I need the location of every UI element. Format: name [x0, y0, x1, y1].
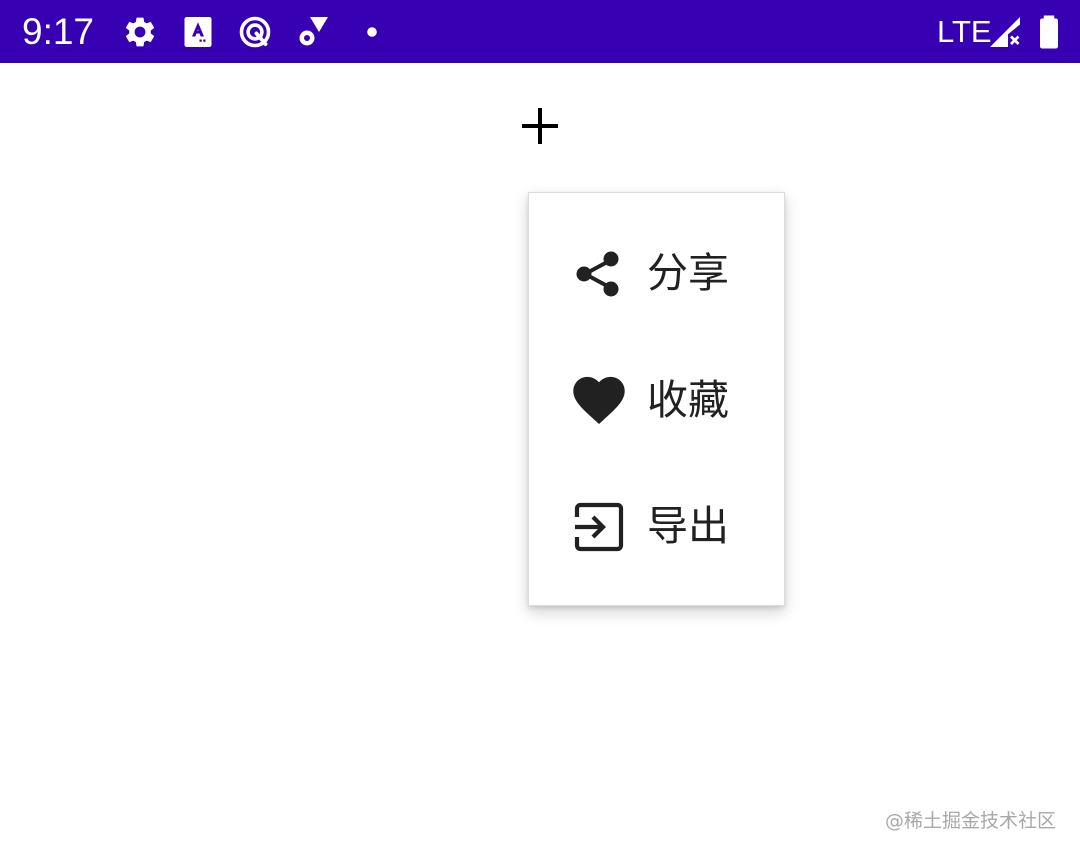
- plus-icon: [522, 108, 558, 144]
- wifi-gear-icon: [295, 14, 331, 50]
- app-screen: 9:17 LTE 分享 收藏 导出 @稀土掘金技术社区: [0, 0, 1080, 855]
- network-type: LTE: [937, 14, 992, 49]
- share-icon: [571, 246, 627, 302]
- data-saver-icon: [237, 14, 273, 50]
- keyboard-a-icon: [180, 14, 216, 50]
- menu-item-favorite[interactable]: 收藏: [529, 320, 784, 446]
- menu-item-label: 分享: [647, 249, 729, 297]
- menu-item-label: 收藏: [647, 376, 729, 424]
- battery-icon: [1031, 14, 1067, 50]
- settings-icon: [122, 14, 158, 50]
- status-time: 9:17: [22, 11, 95, 52]
- signal-icon: [987, 14, 1023, 50]
- menu-item-label: 导出: [647, 502, 729, 550]
- menu-item-share[interactable]: 分享: [529, 193, 784, 319]
- popup-menu: 分享 收藏 导出: [528, 192, 785, 606]
- heart-icon: [571, 373, 627, 429]
- exit-icon: [571, 499, 627, 555]
- watermark: @稀土掘金技术社区: [884, 810, 1056, 832]
- status-bar: 9:17 LTE: [0, 0, 1080, 63]
- notification-dot-icon: [354, 14, 390, 50]
- add-button[interactable]: [516, 102, 564, 150]
- menu-item-export[interactable]: 导出: [529, 446, 784, 572]
